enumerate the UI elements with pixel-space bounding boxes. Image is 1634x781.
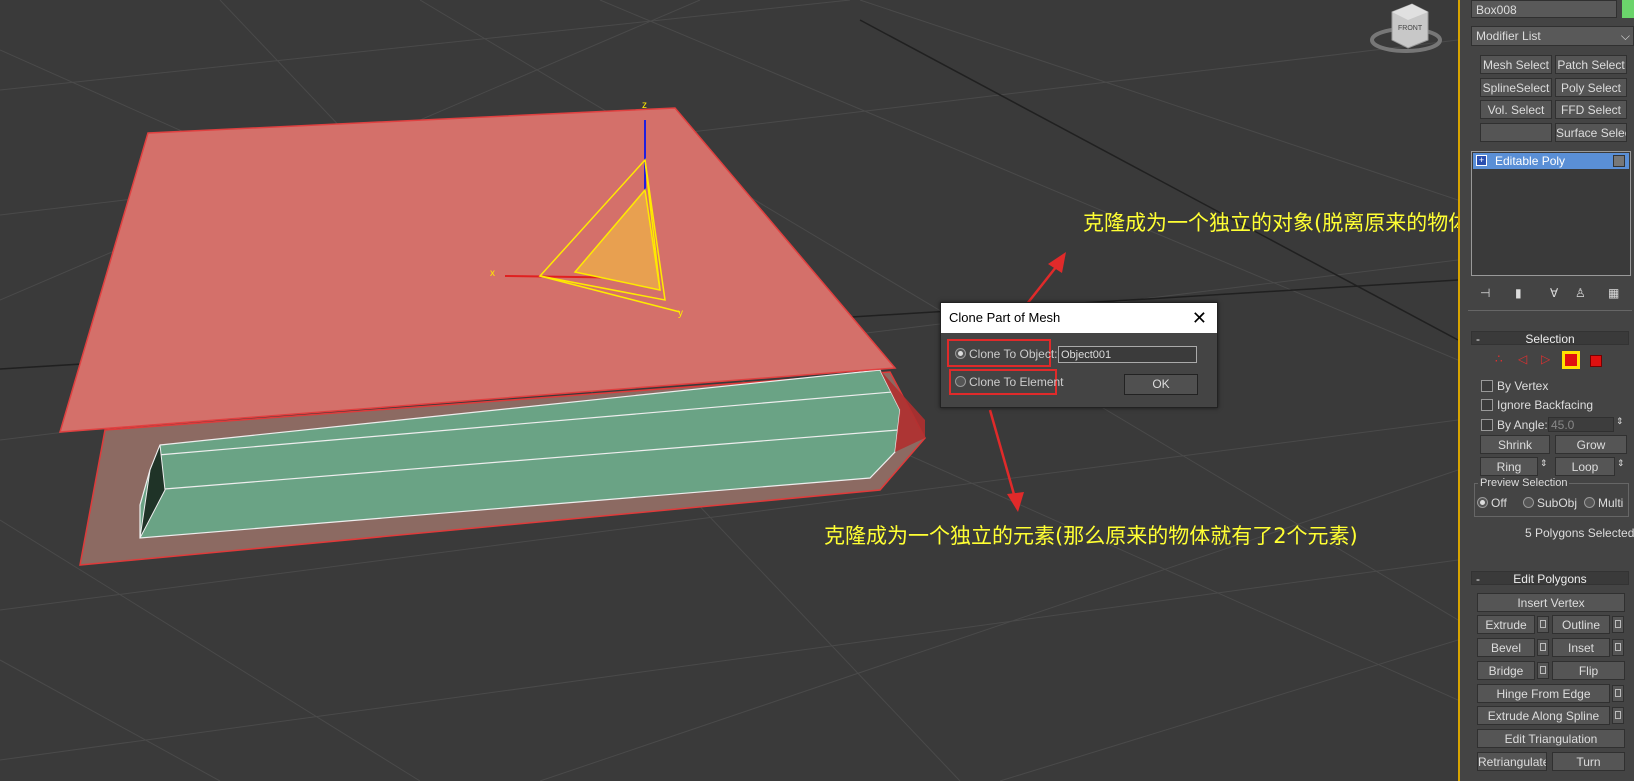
inset-settings-icon[interactable] bbox=[1612, 639, 1624, 656]
modifier-stack bbox=[1471, 151, 1631, 276]
radio-clone-to-element[interactable] bbox=[955, 376, 966, 387]
shrink-button[interactable]: Shrink bbox=[1480, 435, 1550, 454]
poly-select-button[interactable]: Poly Select bbox=[1555, 78, 1627, 97]
outline-settings-icon[interactable] bbox=[1612, 616, 1624, 633]
ignore-backfacing-checkbox[interactable] bbox=[1481, 399, 1493, 411]
flip-button[interactable]: Flip bbox=[1552, 661, 1625, 680]
extrude-along-spline-button[interactable]: Extrude Along Spline bbox=[1477, 706, 1610, 725]
spline-select-button[interactable]: SplineSelect bbox=[1480, 78, 1552, 97]
spinner-arrows-icon[interactable]: ⇕ bbox=[1616, 416, 1624, 427]
border-mode-icon[interactable]: ▷ bbox=[1541, 352, 1550, 366]
vertex-mode-icon[interactable]: ∴ bbox=[1495, 352, 1503, 366]
ffd-select-button[interactable]: FFD Select bbox=[1555, 100, 1627, 119]
extrude-settings-icon[interactable] bbox=[1537, 616, 1549, 633]
extrude-button[interactable]: Extrude bbox=[1477, 615, 1535, 634]
edit-polygons-rollout-header[interactable]: - Edit Polygons bbox=[1471, 571, 1629, 586]
gizmo-x-label: x bbox=[490, 268, 495, 279]
by-vertex-label: By Vertex bbox=[1497, 379, 1549, 393]
ring-button[interactable]: Ring bbox=[1480, 457, 1538, 476]
preview-off-radio[interactable] bbox=[1477, 497, 1488, 508]
insert-vertex-button[interactable]: Insert Vertex bbox=[1477, 593, 1625, 612]
label-clone-to-object: Clone To Object: bbox=[969, 347, 1058, 361]
bridge-button[interactable]: Bridge bbox=[1477, 661, 1535, 680]
collapse-icon: - bbox=[1476, 572, 1480, 586]
by-angle-label: By Angle: bbox=[1497, 418, 1548, 432]
modifier-list-label: Modifier List bbox=[1476, 29, 1541, 43]
preview-off-label: Off bbox=[1491, 496, 1507, 510]
edit-polygons-header-label: Edit Polygons bbox=[1513, 572, 1587, 586]
extrude-along-spline-settings-icon[interactable] bbox=[1612, 707, 1624, 724]
radio-clone-to-object[interactable] bbox=[955, 348, 966, 359]
annotation-clone-to-element: 克隆成为一个独立的元素(那么原来的物体就有了2个元素) bbox=[824, 524, 1358, 548]
remove-modifier-icon[interactable]: ♙ bbox=[1575, 286, 1586, 300]
by-angle-checkbox[interactable] bbox=[1481, 419, 1493, 431]
by-vertex-checkbox[interactable] bbox=[1481, 380, 1493, 392]
dialog-title: Clone Part of Mesh bbox=[949, 310, 1061, 325]
stack-item-label: Editable Poly bbox=[1495, 154, 1566, 168]
preview-multi-radio[interactable] bbox=[1584, 497, 1595, 508]
element-mode-icon[interactable] bbox=[1590, 355, 1602, 367]
polygon-mode-icon[interactable] bbox=[1562, 351, 1580, 369]
preview-subobj-label: SubObj bbox=[1537, 496, 1578, 510]
pin-stack-icon[interactable]: ⊣ bbox=[1480, 286, 1490, 300]
preview-multi-label: Multi bbox=[1598, 496, 1624, 510]
perspective-viewport[interactable]: z x y FRONT 克隆成为一个独立的对象(脱离原来的物体) 克隆成为一个独… bbox=[0, 0, 1458, 781]
outline-button[interactable]: Outline bbox=[1552, 615, 1610, 634]
object-name-field-panel[interactable]: Box008 bbox=[1471, 0, 1617, 18]
angle-spinner-field[interactable]: 45.0 bbox=[1548, 417, 1614, 432]
object-name-field[interactable] bbox=[1058, 346, 1197, 363]
mesh-select-button[interactable]: Mesh Select bbox=[1480, 55, 1552, 74]
patch-select-button[interactable]: Patch Select bbox=[1555, 55, 1627, 74]
stack-item-toggle[interactable] bbox=[1613, 155, 1625, 167]
close-icon[interactable]: ✕ bbox=[1192, 303, 1207, 333]
bridge-settings-icon[interactable] bbox=[1537, 662, 1549, 679]
show-end-result-icon[interactable]: ▮ bbox=[1515, 286, 1522, 300]
object-color-swatch[interactable] bbox=[1622, 0, 1634, 18]
annotation-clone-to-object: 克隆成为一个独立的对象(脱离原来的物体) bbox=[1083, 211, 1458, 235]
edge-mode-icon[interactable]: ◁ bbox=[1518, 352, 1527, 366]
selection-rollout-header[interactable]: - Selection bbox=[1471, 331, 1629, 346]
hinge-from-edge-button[interactable]: Hinge From Edge bbox=[1477, 684, 1610, 703]
hinge-settings-icon[interactable] bbox=[1612, 685, 1624, 702]
viewcube-label: FRONT bbox=[1398, 25, 1423, 32]
ring-spinner-icon[interactable]: ⇕ bbox=[1540, 458, 1548, 469]
retriangulate-button[interactable]: Retriangulate bbox=[1477, 752, 1547, 771]
vol-select-button[interactable]: Vol. Select bbox=[1480, 100, 1552, 119]
gizmo-y-label: y bbox=[678, 308, 683, 319]
loop-button[interactable]: Loop bbox=[1555, 457, 1615, 476]
stack-item-editable-poly[interactable]: + Editable Poly bbox=[1473, 153, 1629, 169]
configure-modifier-sets-icon[interactable]: ▦ bbox=[1608, 286, 1619, 300]
bevel-settings-icon[interactable] bbox=[1537, 639, 1549, 656]
grow-button[interactable]: Grow bbox=[1555, 435, 1627, 454]
make-unique-icon[interactable]: ∀ bbox=[1550, 286, 1558, 300]
surface-select-button[interactable]: Surface Select bbox=[1555, 123, 1627, 142]
chevron-down-icon: ⌵ bbox=[1620, 29, 1630, 43]
gizmo-z-label: z bbox=[642, 100, 647, 111]
ok-button[interactable]: OK bbox=[1124, 374, 1198, 395]
clone-part-of-mesh-dialog: Clone Part of Mesh ✕ Clone To Object: Cl… bbox=[940, 302, 1218, 408]
selection-status-text: 5 Polygons Selected bbox=[1525, 526, 1634, 540]
inset-button[interactable]: Inset bbox=[1552, 638, 1610, 657]
viewport-scene: z x y FRONT bbox=[0, 0, 1458, 781]
expand-plus-icon[interactable]: + bbox=[1476, 155, 1487, 166]
preview-subobj-radio[interactable] bbox=[1523, 497, 1534, 508]
preview-selection-label: Preview Selection bbox=[1478, 477, 1570, 489]
modifier-list-dropdown[interactable]: Modifier List ⌵ bbox=[1471, 26, 1634, 46]
collapse-icon: - bbox=[1476, 332, 1480, 346]
dialog-titlebar[interactable]: Clone Part of Mesh ✕ bbox=[941, 303, 1217, 333]
loop-spinner-icon[interactable]: ⇕ bbox=[1617, 458, 1625, 469]
label-clone-to-element: Clone To Element bbox=[969, 375, 1064, 389]
turn-button[interactable]: Turn bbox=[1552, 752, 1625, 771]
divider bbox=[1468, 310, 1632, 311]
edit-triangulation-button[interactable]: Edit Triangulation bbox=[1477, 729, 1625, 748]
selection-header-label: Selection bbox=[1525, 332, 1575, 346]
empty-modifier-button[interactable] bbox=[1480, 123, 1552, 142]
ignore-backfacing-label: Ignore Backfacing bbox=[1497, 398, 1594, 412]
bevel-button[interactable]: Bevel bbox=[1477, 638, 1535, 657]
